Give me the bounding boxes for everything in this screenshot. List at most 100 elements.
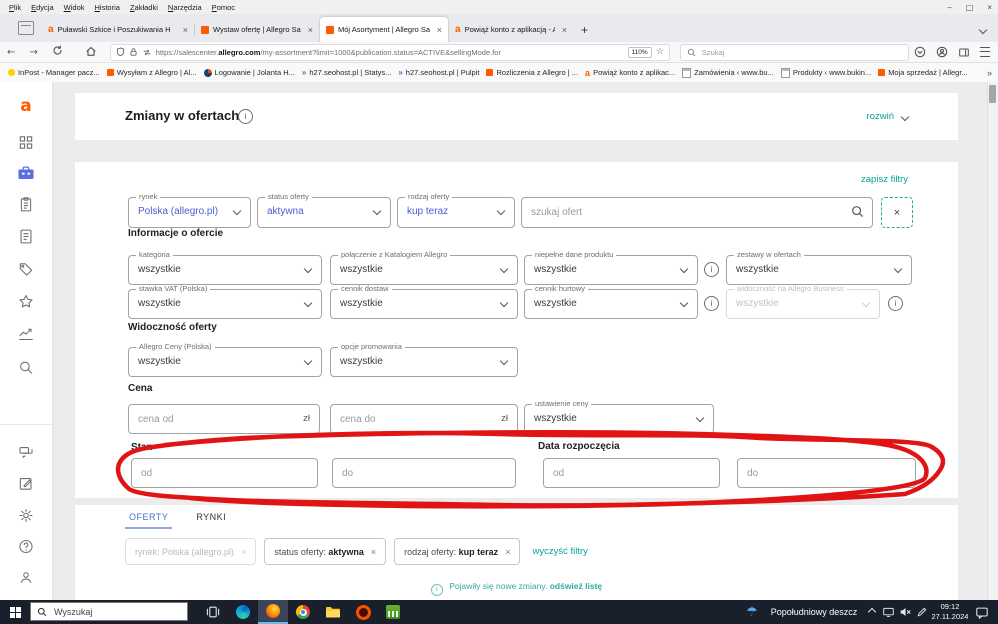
container-arrows-icon[interactable] <box>142 48 152 57</box>
allegro-prices-select[interactable]: Allegro Ceny (Polska) wszystkie <box>128 343 322 377</box>
account-person-icon[interactable] <box>18 569 35 591</box>
search-offers-icon[interactable] <box>18 359 35 381</box>
expand-link[interactable]: rozwiń <box>867 111 910 122</box>
reload-button[interactable] <box>45 45 70 59</box>
minimize-button[interactable]: – <box>947 3 951 12</box>
forward-button[interactable]: → <box>22 47 44 58</box>
dashboard-icon[interactable] <box>18 134 35 156</box>
clear-search-button[interactable]: × <box>881 197 913 228</box>
tab-shelf-icon[interactable] <box>18 21 34 35</box>
close-tab-icon[interactable]: × <box>434 25 442 35</box>
price-from-input[interactable] <box>129 405 319 433</box>
tab-moj-asortyment-active[interactable]: Mój Asortyment | Allegro Sales × <box>319 16 449 42</box>
url-bar[interactable]: https://salescenter. allegro.com /my-ass… <box>109 43 670 61</box>
incomplete-data-select[interactable]: niepełne dane produktu wszystkie <box>524 251 698 285</box>
assortment-icon-active[interactable] <box>17 164 36 188</box>
allegro-logo[interactable]: a <box>20 96 31 116</box>
stock-to-input[interactable] <box>333 459 515 487</box>
shield-icon[interactable] <box>116 47 125 57</box>
bookmark-item[interactable]: Moja sprzedaż | Allegr... <box>878 68 968 77</box>
tab-rynki[interactable]: RYNKI <box>192 510 230 529</box>
title-info-icon[interactable]: i <box>238 109 253 124</box>
tab-powiaz-konto[interactable]: a Powiąż konto z aplikacją - Alleg × <box>449 17 573 42</box>
price-setting-select[interactable]: ustawienie ceny wszystkie <box>524 400 714 434</box>
account-icon[interactable] <box>936 46 948 58</box>
menu-plik[interactable]: Plik <box>4 3 26 12</box>
tab-pulaski[interactable]: a Puławski Szkice i Poszukiwania H × <box>42 17 194 42</box>
close-tab-icon[interactable]: × <box>305 25 313 35</box>
firefox-icon-active[interactable] <box>258 600 288 624</box>
settings-gear-icon[interactable] <box>18 507 35 529</box>
browser-search-input[interactable] <box>699 46 902 58</box>
menu-narzedzia[interactable]: Narzędzia <box>163 3 207 12</box>
weather-text[interactable]: Popołudniowy deszcz <box>764 600 864 624</box>
price-to-input[interactable] <box>331 405 517 433</box>
invoices-icon[interactable] <box>18 228 35 250</box>
zoom-level-badge[interactable]: 110% <box>627 46 652 58</box>
close-window-button[interactable]: × <box>987 3 992 12</box>
help-icon[interactable] <box>18 538 35 560</box>
close-tab-icon[interactable]: × <box>559 25 567 35</box>
green-app-icon[interactable] <box>378 600 408 624</box>
offer-search-input[interactable] <box>522 198 872 227</box>
info-icon[interactable]: i <box>704 296 719 311</box>
maximize-button[interactable]: □ <box>966 3 974 12</box>
bookmark-item[interactable]: Rozliczenia z Allegro | ... <box>486 68 578 77</box>
page-scrollbar[interactable] <box>987 82 998 600</box>
pocket-icon[interactable] <box>914 46 926 58</box>
market-select[interactable]: rynek Polska (allegro.pl) <box>128 193 251 228</box>
info-icon[interactable]: i <box>888 296 903 311</box>
messages-icon[interactable] <box>18 444 35 466</box>
lock-icon[interactable] <box>129 47 138 57</box>
taskbar-clock[interactable]: 09:12 27.11.2024 <box>928 602 972 622</box>
close-tab-icon[interactable]: × <box>180 25 188 35</box>
file-explorer-icon[interactable] <box>318 600 348 624</box>
tray-expand-icon[interactable] <box>864 600 880 624</box>
start-button[interactable] <box>0 600 30 624</box>
vat-rate-select[interactable]: stawka VAT (Polska) wszystkie <box>128 285 322 319</box>
taskbar-search-input[interactable] <box>52 605 181 618</box>
offer-status-select[interactable]: status oferty aktywna <box>257 193 391 228</box>
bookmarks-overflow-icon[interactable]: » <box>987 68 992 78</box>
home-button[interactable] <box>78 45 104 60</box>
remove-chip-icon[interactable]: × <box>505 547 510 557</box>
bookmark-item[interactable]: Produkty ‹ www.bukin... <box>780 67 871 78</box>
menu-edycja[interactable]: Edycja <box>26 3 59 12</box>
list-all-tabs-icon[interactable] <box>978 25 988 35</box>
new-tab-button[interactable]: + <box>581 23 588 37</box>
menu-icon[interactable] <box>980 47 990 57</box>
menu-pomoc[interactable]: Pomoc <box>207 3 240 12</box>
orange-app-icon[interactable] <box>348 600 378 624</box>
bookmark-star-icon[interactable]: ☆ <box>656 47 664 57</box>
menu-historia[interactable]: Historia <box>90 3 125 12</box>
menu-widok[interactable]: Widok <box>59 3 90 12</box>
tab-wystaw-oferte[interactable]: Wystaw ofertę | Allegro Sales C × <box>195 17 319 42</box>
display-tray-icon[interactable] <box>880 600 896 624</box>
stats-chart-icon[interactable] <box>18 325 35 347</box>
bookmark-item[interactable]: Logowanie | Jolanta H... <box>203 68 295 77</box>
sidebar-icon[interactable] <box>958 47 970 58</box>
bookmark-item[interactable]: Zamówienia ‹ www.bu... <box>682 67 774 78</box>
taskbar-search[interactable] <box>30 602 188 621</box>
bookmark-item[interactable]: » h27.seohost.pl | Statys... <box>302 68 391 77</box>
edit-icon[interactable] <box>18 475 35 497</box>
start-date-to-input[interactable] <box>738 459 915 487</box>
scrollbar-thumb[interactable] <box>989 85 996 103</box>
chrome-icon[interactable] <box>288 600 318 624</box>
edge-icon[interactable] <box>228 600 258 624</box>
price-tag-icon[interactable] <box>18 261 35 283</box>
bundles-select[interactable]: zestawy w ofertach wszystkie <box>726 251 912 285</box>
bookmark-item[interactable]: a Powiąż konto z aplikac... <box>585 68 675 78</box>
catalog-link-select[interactable]: połączenie z Katalogiem Allegro wszystki… <box>330 251 518 285</box>
bookmark-item[interactable]: Wysyłam z Allegro | Al... <box>106 68 197 77</box>
browser-search-box[interactable] <box>679 43 909 61</box>
info-icon[interactable]: i <box>704 262 719 277</box>
menu-zakladki[interactable]: Zakładki <box>125 3 163 12</box>
delivery-pricelist-select[interactable]: cennik dostaw wszystkie <box>330 285 518 319</box>
save-filters-link[interactable]: zapisz filtry <box>861 174 908 185</box>
start-date-from-input[interactable] <box>544 459 719 487</box>
favorites-star-icon[interactable] <box>18 293 35 315</box>
tab-oferty[interactable]: OFERTY <box>125 510 173 529</box>
bookmark-item[interactable]: » h27.seohost.pl | Pulpit <box>398 68 479 77</box>
action-center-icon[interactable] <box>972 600 992 624</box>
